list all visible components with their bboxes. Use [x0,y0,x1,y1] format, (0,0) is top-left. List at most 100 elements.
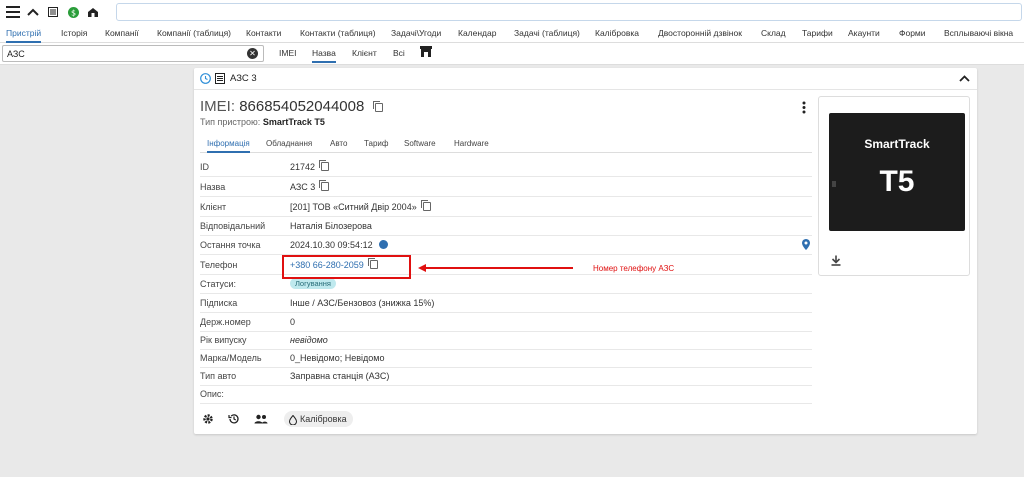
svg-text:$: $ [70,8,75,17]
tab-tasks-table[interactable]: Задачі (таблиця) [514,24,580,43]
device-image-panel: SmartTrack T5 [818,96,970,276]
home-icon[interactable] [84,3,102,21]
field-label: Клієнт [200,202,227,212]
field-value: 0 [290,317,296,327]
card-title: АЗС 3 [230,73,257,84]
field-label: Тип авто [200,371,237,381]
phone-highlight-box [282,255,411,279]
users-icon[interactable] [254,414,268,427]
route-icon[interactable] [378,240,388,249]
field-value: 0_Невідомо; Невідомо [290,353,385,363]
imei-value: 866854052044008 [239,98,365,115]
imei-label: IMEI: [200,98,236,115]
filter-row: АЗС ✕ IMEI Назва Клієнт Всі [0,43,1024,65]
tab-calibration[interactable]: Калібровка [595,24,639,43]
row-plate: Держ.номер 0 [200,313,812,332]
search-input[interactable]: АЗС [2,45,264,62]
field-label: Назва [200,182,226,192]
tab-equipment[interactable]: Обладнання [266,136,312,153]
field-label: Остання точка [200,240,261,250]
imei-line: IMEI: 866854052044008 [200,98,383,115]
chevron-up-icon[interactable] [24,3,42,21]
device-type-label: Тип пристрою: [200,117,261,127]
copy-icon[interactable] [319,160,330,171]
card-tabs: Інформація Обладнання Авто Тариф Softwar… [200,134,812,153]
tab-hardware[interactable]: Hardware [454,136,489,153]
field-label: ID [200,162,209,172]
top-search-field[interactable] [116,3,1022,21]
filter-tab-client[interactable]: Клієнт [352,45,377,63]
field-value: 2024.10.30 09:54:12 [290,240,373,250]
tab-tariff[interactable]: Тариф [364,136,388,153]
copy-icon[interactable] [372,101,383,112]
row-id: ID 21742 [200,158,812,177]
tab-forms[interactable]: Форми [899,24,926,43]
list-icon[interactable] [44,3,62,21]
more-vertical-icon[interactable] [802,101,806,117]
field-label: Підписка [200,298,238,308]
tab-contacts-table[interactable]: Контакти (таблиця) [300,24,376,43]
tab-contacts[interactable]: Контакти [246,24,281,43]
arrow-line [425,267,573,269]
device-brand: SmartTrack [864,137,930,151]
row-name: Назва АЗС 3 [200,178,812,197]
copy-icon[interactable] [319,180,330,191]
download-icon[interactable] [831,255,841,269]
field-label: Телефон [200,260,238,270]
history-icon[interactable] [228,413,240,428]
field-label: Рік випуску [200,335,247,345]
tab-popups[interactable]: Всплываючі вікна [944,24,1013,43]
tab-tasks-deals[interactable]: Задачі\Угоди [391,24,441,43]
field-label: Опис: [200,389,224,399]
field-value: Наталія Білозерова [290,221,372,231]
tab-device[interactable]: Пристрій [6,24,42,43]
field-label: Статуси: [200,279,236,289]
tab-information[interactable]: Інформація [207,136,250,153]
tab-companies[interactable]: Компанії [105,24,139,43]
tab-software[interactable]: Software [404,136,436,153]
filter-tab-imei[interactable]: IMEI [279,45,296,63]
tab-history[interactable]: Історія [61,24,87,43]
document-icon [215,73,225,87]
field-label: Марка/Модель [200,353,262,363]
tab-auto[interactable]: Авто [330,136,347,153]
row-year: Рік випуску невідомо [200,331,812,350]
money-icon[interactable]: $ [64,3,82,21]
row-client: Клієнт [201] ТОВ «Ситний Двір 2004» [200,198,812,217]
tab-two-way-call[interactable]: Двосторонній дзвінок [658,24,742,43]
field-label: Держ.номер [200,317,251,327]
device-type-value: SmartTrack T5 [262,117,325,127]
clock-icon [200,73,211,87]
row-last-point: Остання точка 2024.10.30 09:54:12 [200,236,812,255]
clear-icon[interactable]: ✕ [247,48,258,59]
store-icon[interactable] [420,46,432,64]
device-port [832,181,836,187]
hamburger-menu-icon[interactable] [4,3,22,21]
settings-icon[interactable] [202,413,214,428]
annotation-label: Номер телефону АЗС [593,264,675,273]
field-value: невідомо [290,335,328,345]
filter-tab-name[interactable]: Назва [312,45,336,63]
card-footer: Калібровка [200,410,812,428]
row-responsible: Відповідальний Наталія Білозерова [200,217,812,236]
calibration-label: Калібровка [300,414,347,424]
map-pin-icon[interactable] [802,239,810,253]
field-value: Інше / АЗС/Бензовоз (знижка 15%) [290,298,435,308]
collapse-icon[interactable] [959,74,970,85]
tab-calendar[interactable]: Календар [458,24,496,43]
filter-tab-all[interactable]: Всі [393,45,405,63]
calibration-button[interactable]: Калібровка [284,411,353,427]
tab-warehouse[interactable]: Склад [761,24,786,43]
tab-tariffs[interactable]: Тарифи [802,24,833,43]
tab-accounts[interactable]: Акаунти [848,24,880,43]
copy-icon[interactable] [420,200,431,211]
top-toolbar: $ [0,0,1024,24]
field-value: Заправна станція (АЗС) [290,371,390,381]
field-value: [201] ТОВ «Ситний Двір 2004» [290,202,417,212]
status-badge: Логування [290,278,336,289]
main-nav: Пристрій Історія Компанії Компанії (табл… [0,24,1024,43]
tab-companies-table[interactable]: Компанії (таблиця) [157,24,231,43]
device-photo: SmartTrack T5 [829,113,965,231]
row-brand-model: Марка/Модель 0_Невідомо; Невідомо [200,349,812,368]
device-model: T5 [879,165,915,198]
